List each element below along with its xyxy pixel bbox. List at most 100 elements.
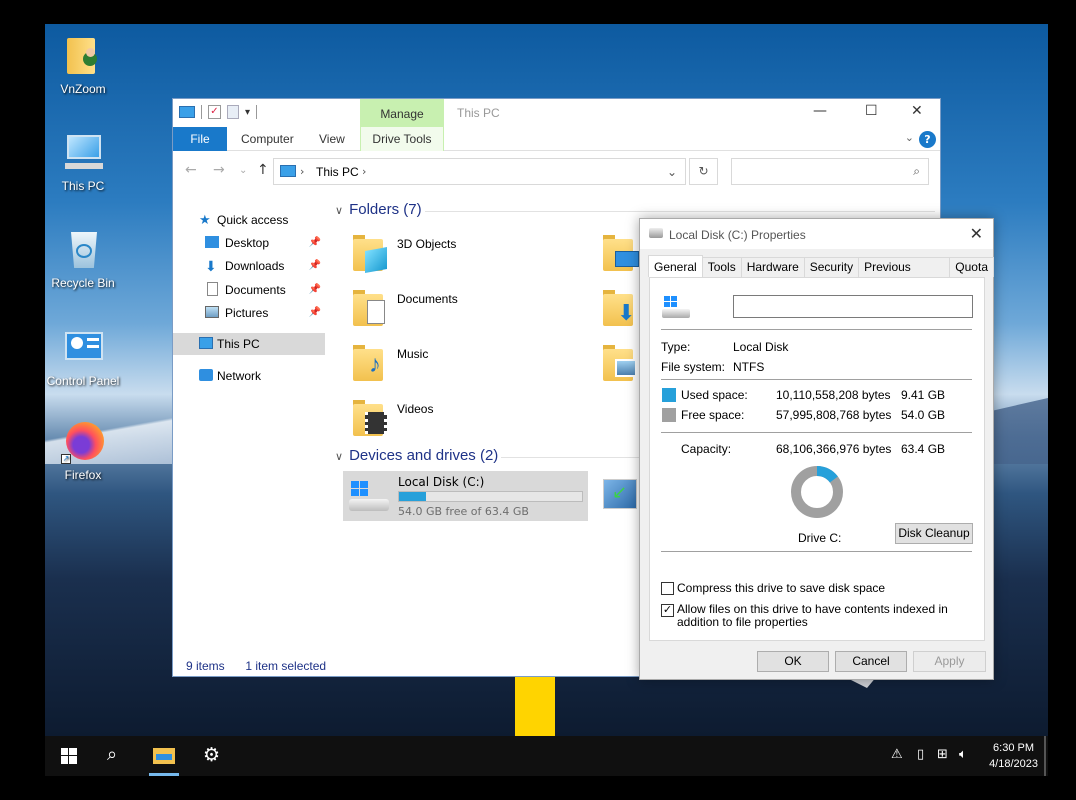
close-button[interactable]: ✕	[911, 103, 923, 119]
desktop-icon-label: VnZoom	[60, 82, 106, 96]
drive-properties-dialog[interactable]: Local Disk (C:) Properties ✕ General Too…	[639, 218, 994, 680]
pin-icon[interactable]: 📌	[309, 255, 321, 277]
computer-icon[interactable]	[179, 106, 195, 118]
desktop-icon-vnzoom[interactable]: VnZoom	[45, 34, 123, 96]
close-icon[interactable]: ✕	[970, 224, 983, 244]
pin-icon[interactable]: 📌	[309, 302, 321, 324]
tab-tools[interactable]: Tools	[701, 257, 742, 277]
group-header-folders[interactable]: ∨ Folders (7)	[335, 201, 422, 218]
tab-previous-versions[interactable]: Previous Versions	[858, 257, 951, 292]
tab-general[interactable]: General	[648, 255, 703, 277]
folder-music[interactable]: ♪ Music	[353, 339, 583, 389]
tab-security[interactable]: Security	[803, 257, 860, 277]
tab-quota[interactable]: Quota	[949, 257, 994, 277]
firefox-icon: ↗	[61, 420, 105, 464]
collapse-chevron-icon[interactable]: ∨	[335, 205, 343, 217]
dialog-titlebar[interactable]: Local Disk (C:) Properties ✕	[640, 219, 993, 249]
nav-desktop[interactable]: Desktop 📌	[173, 232, 325, 254]
videos-folder-icon	[353, 398, 389, 436]
nav-quick-access[interactable]: ★ Quick access	[173, 209, 325, 231]
computer-icon	[199, 337, 213, 349]
settings-gear-icon[interactable]: ⚙	[203, 744, 220, 766]
customize-qat-icon[interactable]: ▾	[245, 107, 250, 118]
up-arrow-icon[interactable]: ↑	[257, 162, 269, 178]
desktop-icon-this-pc[interactable]: This PC	[45, 131, 123, 193]
file-system-value: NTFS	[733, 360, 765, 374]
folder-documents[interactable]: Documents	[353, 284, 583, 334]
tab-file[interactable]: File	[173, 127, 227, 151]
manage-context-tab[interactable]: Manage	[360, 99, 444, 127]
tab-computer[interactable]: Computer	[241, 127, 294, 151]
recent-locations-icon[interactable]: ⌄	[239, 165, 247, 176]
search-input[interactable]: ⌕	[731, 158, 929, 185]
desktop-icon-recycle-bin[interactable]: Recycle Bin	[45, 228, 123, 290]
usb-device-icon[interactable]: ▯	[917, 747, 924, 762]
capacity-label: Capacity:	[681, 442, 732, 456]
start-windows-icon[interactable]	[61, 748, 77, 764]
disk-usage-donut	[791, 466, 843, 518]
folder-desktop[interactable]	[603, 229, 643, 279]
nav-this-pc[interactable]: This PC	[173, 333, 325, 355]
folder-videos[interactable]: Videos	[353, 394, 583, 444]
volume-icon[interactable]: 🔈︎	[959, 747, 967, 762]
clock[interactable]: 6:30 PM 4/18/2023	[989, 740, 1038, 772]
desktop-icon-firefox[interactable]: ↗ Firefox	[45, 420, 123, 482]
show-desktop-button[interactable]	[1044, 736, 1046, 776]
pin-icon[interactable]: 📌	[309, 232, 321, 254]
collapse-chevron-icon[interactable]: ∨	[335, 451, 343, 463]
new-folder-icon[interactable]	[227, 105, 239, 119]
nav-downloads[interactable]: ⬇ Downloads 📌	[173, 255, 325, 277]
properties-icon[interactable]: ✓	[208, 105, 221, 119]
network-icon[interactable]: ⊞	[937, 747, 948, 762]
compress-checkbox[interactable]	[661, 582, 674, 595]
drive-name-input[interactable]	[733, 295, 973, 318]
separator	[256, 105, 258, 119]
disk-cleanup-button[interactable]: Disk Cleanup	[895, 523, 973, 544]
breadcrumb-chevron-icon[interactable]: ›	[362, 165, 366, 178]
breadcrumb-chevron-icon[interactable]: ›	[300, 165, 304, 178]
group-header-devices[interactable]: ∨ Devices and drives (2)	[335, 447, 498, 464]
tab-drive-tools[interactable]: Drive Tools	[360, 127, 444, 151]
file-system-label: File system:	[661, 360, 726, 374]
help-icon[interactable]: ?	[919, 131, 936, 148]
folder-user-icon	[61, 34, 105, 78]
back-arrow-icon[interactable]: ←	[185, 162, 197, 178]
drive-label: Local Disk (C:)	[398, 475, 485, 489]
ok-button[interactable]: OK	[757, 651, 829, 672]
apply-button[interactable]: Apply	[913, 651, 986, 672]
nav-network[interactable]: Network	[173, 365, 325, 387]
file-explorer-icon[interactable]	[153, 746, 175, 764]
desktop-icon-label: Control Panel	[46, 374, 120, 388]
document-icon	[207, 282, 218, 296]
address-bar[interactable]: › This PC › ⌄	[273, 158, 686, 185]
folder-label: Videos	[397, 402, 434, 416]
tab-view[interactable]: View	[319, 127, 345, 151]
breadcrumb-this-pc[interactable]: This PC	[316, 165, 359, 179]
forward-arrow-icon[interactable]: →	[213, 162, 225, 178]
refresh-button[interactable]: ↻	[689, 158, 718, 185]
tab-hardware[interactable]: Hardware	[740, 257, 805, 277]
nav-documents[interactable]: Documents 📌	[173, 279, 325, 301]
minimize-button[interactable]: —	[813, 103, 827, 119]
expand-ribbon-icon[interactable]: ⌄	[905, 131, 914, 144]
pin-icon[interactable]: 📌	[309, 279, 321, 301]
download-arrow-icon: ⬇	[205, 258, 217, 274]
search-icon[interactable]: ⌕	[107, 744, 117, 765]
cancel-button[interactable]: Cancel	[835, 651, 907, 672]
explorer-titlebar[interactable]: ✓ ▾ Manage This PC — ☐ ✕	[173, 99, 940, 127]
drive-local-disk-c[interactable]: Local Disk (C:) 54.0 GB free of 63.4 GB	[343, 471, 588, 521]
desktop-icon-control-panel[interactable]: Control Panel	[45, 326, 123, 388]
nav-pictures[interactable]: Pictures 📌	[173, 302, 325, 324]
separator	[661, 379, 972, 380]
nav-label: Network	[217, 369, 262, 383]
dvd-drive-icon[interactable]: ↙	[603, 479, 637, 509]
folder-3d-objects[interactable]: 3D Objects	[353, 229, 583, 279]
index-checkbox[interactable]: ✓	[661, 604, 674, 617]
documents-folder-icon	[353, 288, 389, 326]
address-dropdown-icon[interactable]: ⌄	[667, 165, 677, 179]
folder-downloads[interactable]: ⬇	[603, 284, 643, 334]
maximize-button[interactable]: ☐	[865, 103, 878, 119]
security-alert-icon[interactable]: ⚠	[891, 747, 903, 762]
folder-pictures[interactable]	[603, 339, 643, 389]
window-title: This PC	[457, 106, 500, 120]
